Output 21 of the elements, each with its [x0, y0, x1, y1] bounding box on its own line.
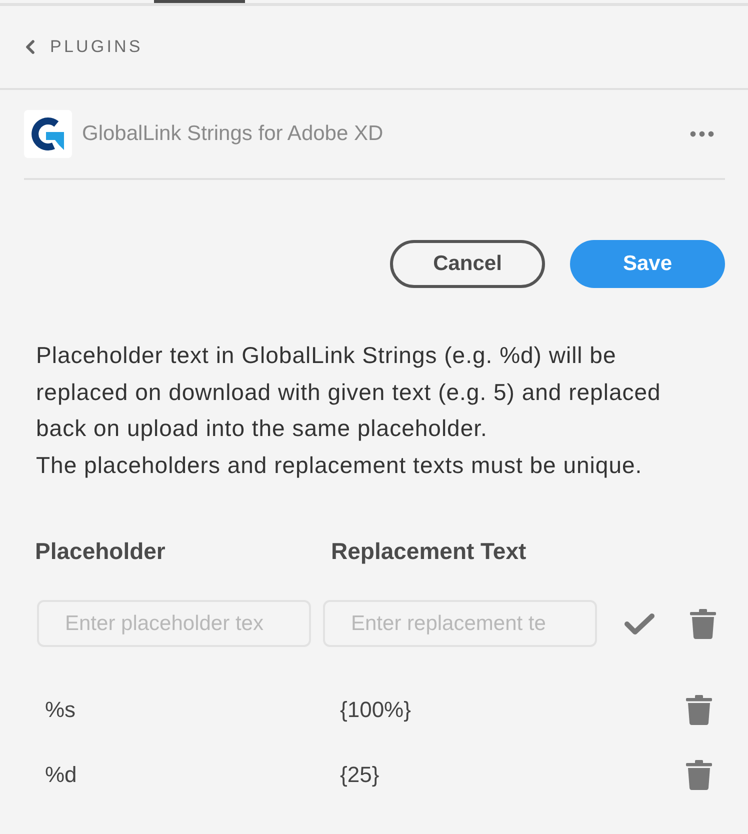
- placeholder-field[interactable]: Enter placeholder tex: [37, 600, 311, 648]
- table-cell-text: {25}: [340, 762, 380, 788]
- chevron-left-icon: [25, 40, 35, 54]
- back-button[interactable]: PLUGINS: [25, 37, 143, 57]
- trash-icon[interactable]: [686, 760, 712, 790]
- trash-icon[interactable]: [690, 608, 716, 639]
- trash-icon[interactable]: [686, 694, 712, 725]
- replacement-field[interactable]: Enter replacement te: [323, 600, 597, 648]
- table-cell-text: %s: [45, 696, 77, 723]
- more-icon[interactable]: [690, 131, 714, 137]
- table-cell-text: %d: [45, 762, 78, 788]
- logo-icon: [24, 110, 72, 158]
- description-text: The placeholders and replacement texts must be unique.: [36, 450, 644, 480]
- check-icon[interactable]: [624, 612, 655, 635]
- plugin-name: GlobalLink Strings for Adobe XD: [82, 122, 384, 146]
- description-text: Placeholder text in GlobalLink Strings (e.g. %d) will be replaced on download with given text (e.g. 5) and replaced back on upload into the same placeholder.: [36, 341, 662, 444]
- save-button[interactable]: Save: [570, 240, 725, 288]
- table-cell-text: {100%}: [340, 696, 412, 723]
- column-header: Placeholder: [35, 538, 166, 565]
- column-header: Replacement Text: [331, 538, 526, 565]
- cancel-button[interactable]: Cancel: [390, 240, 545, 288]
